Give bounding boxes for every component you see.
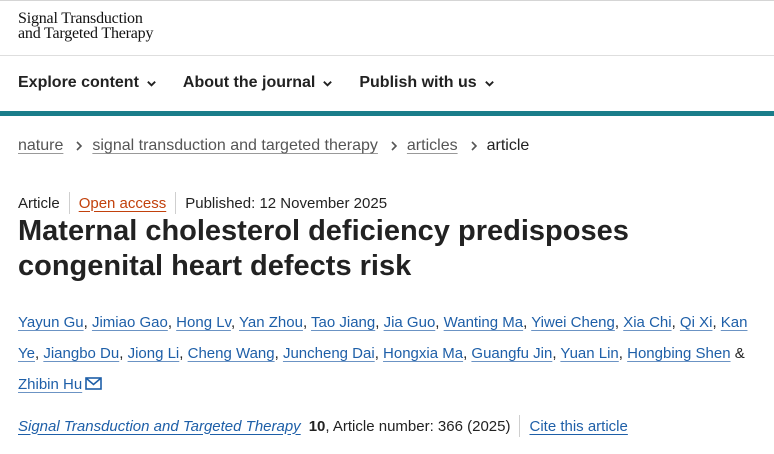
author-link[interactable]: Xia Chi: [623, 314, 671, 331]
chevron-right-icon: [471, 141, 477, 151]
author-link[interactable]: Hong Lv: [176, 314, 231, 331]
author-separator: ,: [167, 314, 177, 331]
article-meta: Article Open access Published: 12 Novemb…: [18, 192, 387, 214]
header-divider: [0, 55, 774, 56]
logo-line-2: and Targeted Therapy: [18, 25, 154, 42]
author-link[interactable]: Hongbing Shen: [627, 345, 730, 362]
main-nav: Explore content About the journal Publis…: [18, 74, 521, 92]
chevron-down-icon: [323, 80, 333, 87]
author-link[interactable]: Jiangbo Du: [43, 345, 119, 362]
author-link[interactable]: Guangfu Jin: [471, 345, 552, 362]
author-link[interactable]: Juncheng Dai: [283, 345, 375, 362]
citation-line: Signal Transduction and Targeted Therapy…: [18, 415, 628, 437]
author-link[interactable]: Yan Zhou: [239, 314, 303, 331]
author-separator: ,: [302, 314, 312, 331]
journal-logo[interactable]: Signal Transduction and Targeted Therapy: [18, 10, 154, 42]
article-title: Maternal cholesterol deficiency predispo…: [18, 215, 629, 282]
author-separator: ,: [119, 345, 128, 362]
breadcrumb-nature[interactable]: nature: [18, 137, 63, 155]
breadcrumb-journal[interactable]: signal transduction and targeted therapy: [92, 137, 378, 155]
author-separator: ,: [671, 314, 680, 331]
chevron-down-icon: [484, 80, 494, 87]
author-separator: ,: [614, 314, 624, 331]
chevron-down-icon: [147, 80, 156, 87]
author-link[interactable]: Yiwei Cheng: [531, 314, 615, 331]
nav-item-label: Publish with us: [359, 74, 477, 91]
author-link[interactable]: Tao Jiang: [311, 314, 375, 331]
nav-explore-content[interactable]: Explore content: [18, 74, 157, 92]
author-link[interactable]: Wanting Ma: [444, 314, 523, 331]
author-link[interactable]: Zhibin Hu: [18, 376, 82, 393]
author-separator: ,: [523, 314, 532, 331]
author-separator: ,: [374, 345, 384, 362]
author-conjunction: &: [734, 345, 745, 362]
cite-this-article-link[interactable]: Cite this article: [529, 418, 627, 435]
author-separator: ,: [712, 314, 721, 331]
envelope-icon[interactable]: [85, 377, 103, 390]
nav-about-the-journal[interactable]: About the journal: [183, 74, 333, 92]
open-access-link[interactable]: Open access: [79, 195, 167, 212]
author-link[interactable]: Cheng Wang: [188, 345, 275, 362]
author-separator: ,: [274, 345, 283, 362]
author-link[interactable]: Qi Xi: [680, 314, 713, 331]
author-separator: ,: [618, 345, 628, 362]
author-link[interactable]: Jimiao Gao: [92, 314, 168, 331]
author-separator: ,: [230, 314, 240, 331]
author-separator: ,: [435, 314, 444, 331]
meta-divider: [175, 192, 177, 214]
author-link[interactable]: Jia Guo: [384, 314, 436, 331]
author-link[interactable]: Jiong Li: [128, 345, 180, 362]
accent-bar: [0, 111, 774, 116]
nav-item-label: About the journal: [182, 74, 316, 91]
meta-divider: [68, 192, 70, 214]
breadcrumb-current: article: [486, 137, 530, 154]
citation-divider: [519, 415, 521, 437]
article-type: Article: [18, 194, 60, 212]
breadcrumb: nature signal transduction and targeted …: [18, 137, 529, 155]
nav-item-label: Explore content: [18, 74, 139, 91]
author-separator: ,: [179, 345, 188, 362]
volume-number: 10: [308, 417, 326, 435]
author-link[interactable]: Yayun Gu: [18, 314, 84, 331]
breadcrumb-articles[interactable]: articles: [407, 137, 458, 155]
nav-publish-with-us[interactable]: Publish with us: [359, 74, 494, 92]
author-list: Yayun Gu, Jimiao Gao, Hong Lv, Yan Zhou,…: [18, 307, 768, 400]
logo-line-1: Signal Transduction: [18, 10, 143, 27]
author-separator: ,: [83, 314, 92, 331]
author-link[interactable]: Hongxia Ma: [383, 345, 463, 362]
journal-link[interactable]: Signal Transduction and Targeted Therapy: [18, 418, 301, 435]
author-link[interactable]: Yuan Lin: [560, 345, 618, 362]
published-date: Published: 12 November 2025: [185, 194, 388, 212]
top-border: [0, 0, 774, 1]
article-number: , Article number: 366 (2025): [325, 417, 511, 435]
chevron-right-icon: [391, 141, 398, 151]
chevron-right-icon: [76, 141, 83, 151]
author-separator: ,: [375, 314, 384, 331]
